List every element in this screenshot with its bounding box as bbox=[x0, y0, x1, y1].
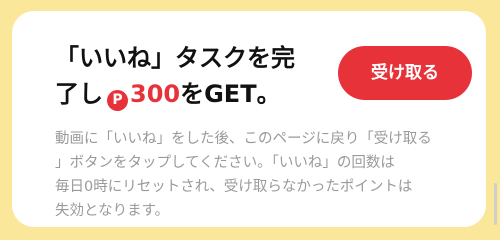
claim-button[interactable]: 受け取る bbox=[338, 46, 472, 100]
description-line: 動画に「いいね」をした後、このページに戻り「受け取る bbox=[55, 131, 432, 147]
description-line: 失効となります。 bbox=[55, 203, 170, 219]
task-title-prefix: 了し bbox=[55, 80, 103, 108]
scrollbar[interactable] bbox=[494, 183, 497, 225]
task-title-line-2: 了し P 300をGET。 bbox=[55, 76, 335, 112]
task-title-line-1: 「いいね」タスクを完 bbox=[55, 44, 295, 72]
points-coin-icon: P bbox=[107, 90, 128, 111]
description-line: 毎日0時にリセットされ、受け取らなかったポイントは bbox=[55, 179, 413, 195]
task-description: 動画に「いいね」をした後、このページに戻り「受け取る 」ボタンをタップしてくださ… bbox=[55, 127, 465, 223]
description-line: 」ボタンをタップしてください。「いいね」の回数は bbox=[55, 155, 395, 171]
task-title-suffix: をGET。 bbox=[180, 80, 281, 108]
task-title: 「いいね」タスクを完 了し P 300をGET。 bbox=[55, 40, 335, 112]
points-value: 300 bbox=[130, 80, 181, 108]
task-card: 「いいね」タスクを完 了し P 300をGET。 受け取る 動画に「いいね」をした後… bbox=[12, 11, 486, 227]
